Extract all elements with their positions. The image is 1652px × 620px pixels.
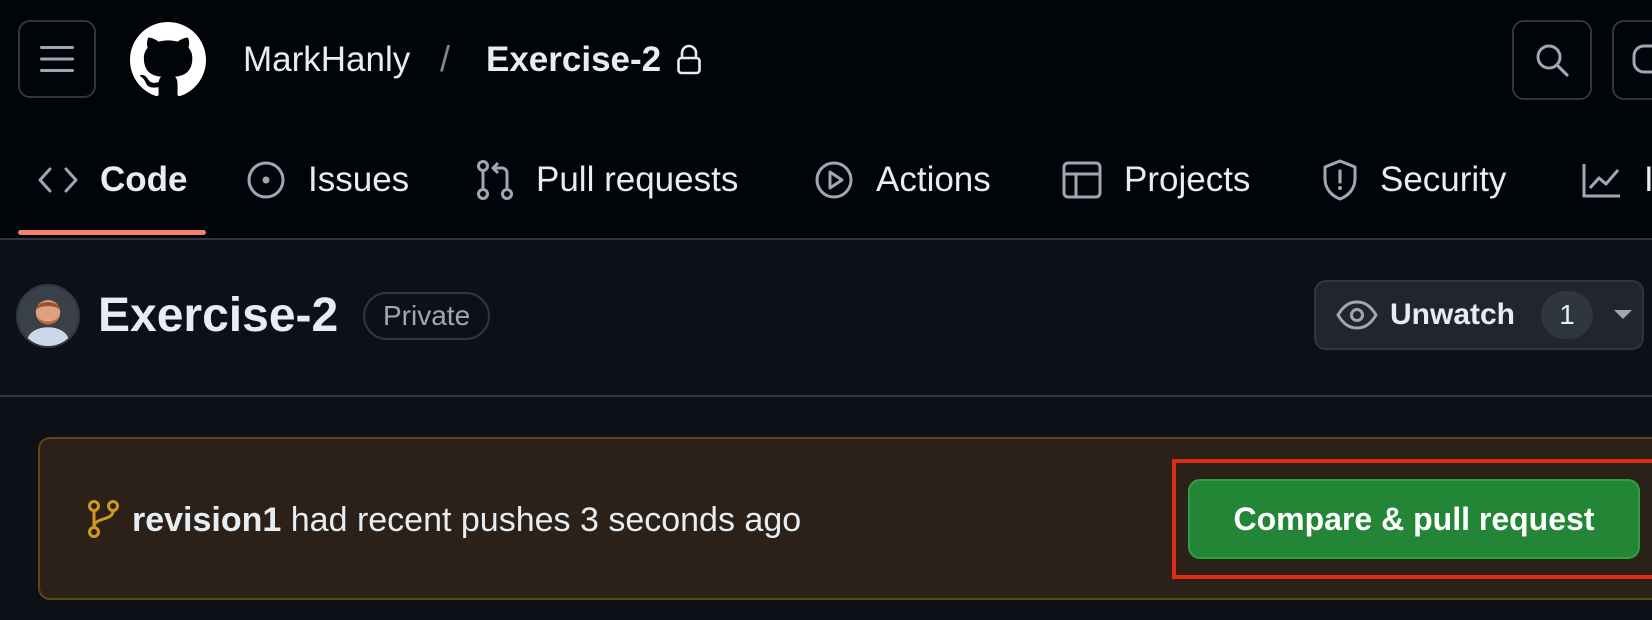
menu-button[interactable]: [18, 20, 96, 98]
pull-request-icon: [477, 160, 513, 200]
watch-count: 1: [1541, 291, 1594, 339]
banner-text: revision1 had recent pushes 3 seconds ag…: [132, 501, 801, 540]
issue-icon: [247, 161, 285, 199]
caret-down-icon[interactable]: [1613, 309, 1633, 321]
lock-icon: [677, 44, 701, 75]
eye-icon: [1336, 300, 1378, 330]
copilot-icon: [1632, 44, 1652, 74]
tab-actions[interactable]: Actions: [814, 150, 991, 210]
avatar-image: [18, 286, 78, 346]
compare-pull-request-button[interactable]: Compare & pull request: [1188, 479, 1640, 559]
play-icon: [815, 161, 853, 199]
tab-label: Actions: [876, 160, 991, 199]
search-button[interactable]: [1512, 20, 1592, 100]
tab-label: Pull requests: [536, 160, 739, 199]
watch-label: Unwatch: [1390, 298, 1516, 331]
tab-label: I: [1644, 160, 1652, 199]
graph-icon: [1582, 164, 1620, 198]
hamburger-icon: [40, 46, 74, 72]
tab-label: Issues: [308, 160, 410, 199]
branch-name[interactable]: revision1: [132, 501, 281, 539]
tab-pull-requests[interactable]: Pull requests: [476, 150, 738, 210]
tab-label: Security: [1380, 160, 1507, 199]
selected-tab-indicator: [18, 230, 206, 235]
search-icon: [1536, 44, 1569, 77]
unwatch-button[interactable]: Unwatch 1: [1314, 280, 1644, 350]
repo-title[interactable]: Exercise-2: [98, 288, 338, 343]
tab-projects[interactable]: Projects: [1062, 150, 1250, 210]
tab-code[interactable]: Code: [38, 150, 188, 210]
repo-link[interactable]: Exercise-2: [486, 40, 661, 80]
code-icon: [38, 167, 78, 193]
global-header: MarkHanly / Exercise-2 Code Issues Pull …: [0, 0, 1652, 240]
tab-issues[interactable]: Issues: [246, 150, 409, 210]
tab-label: Projects: [1124, 160, 1251, 199]
table-icon: [1062, 161, 1102, 199]
banner-message: had recent pushes 3 seconds ago: [290, 501, 802, 539]
tab-label: Code: [100, 160, 188, 199]
github-logo-icon[interactable]: [130, 22, 206, 98]
tab-security[interactable]: Security: [1322, 150, 1506, 210]
repo-header: Exercise-2 Private Unwatch 1: [0, 240, 1652, 397]
branch-icon: [88, 500, 119, 538]
visibility-badge: Private: [363, 292, 491, 340]
breadcrumb-separator: /: [440, 38, 451, 79]
copilot-button[interactable]: [1612, 20, 1652, 100]
shield-icon: [1323, 159, 1357, 201]
tab-insights[interactable]: I: [1582, 150, 1652, 210]
owner-link[interactable]: MarkHanly: [243, 40, 410, 80]
avatar[interactable]: [16, 284, 80, 348]
